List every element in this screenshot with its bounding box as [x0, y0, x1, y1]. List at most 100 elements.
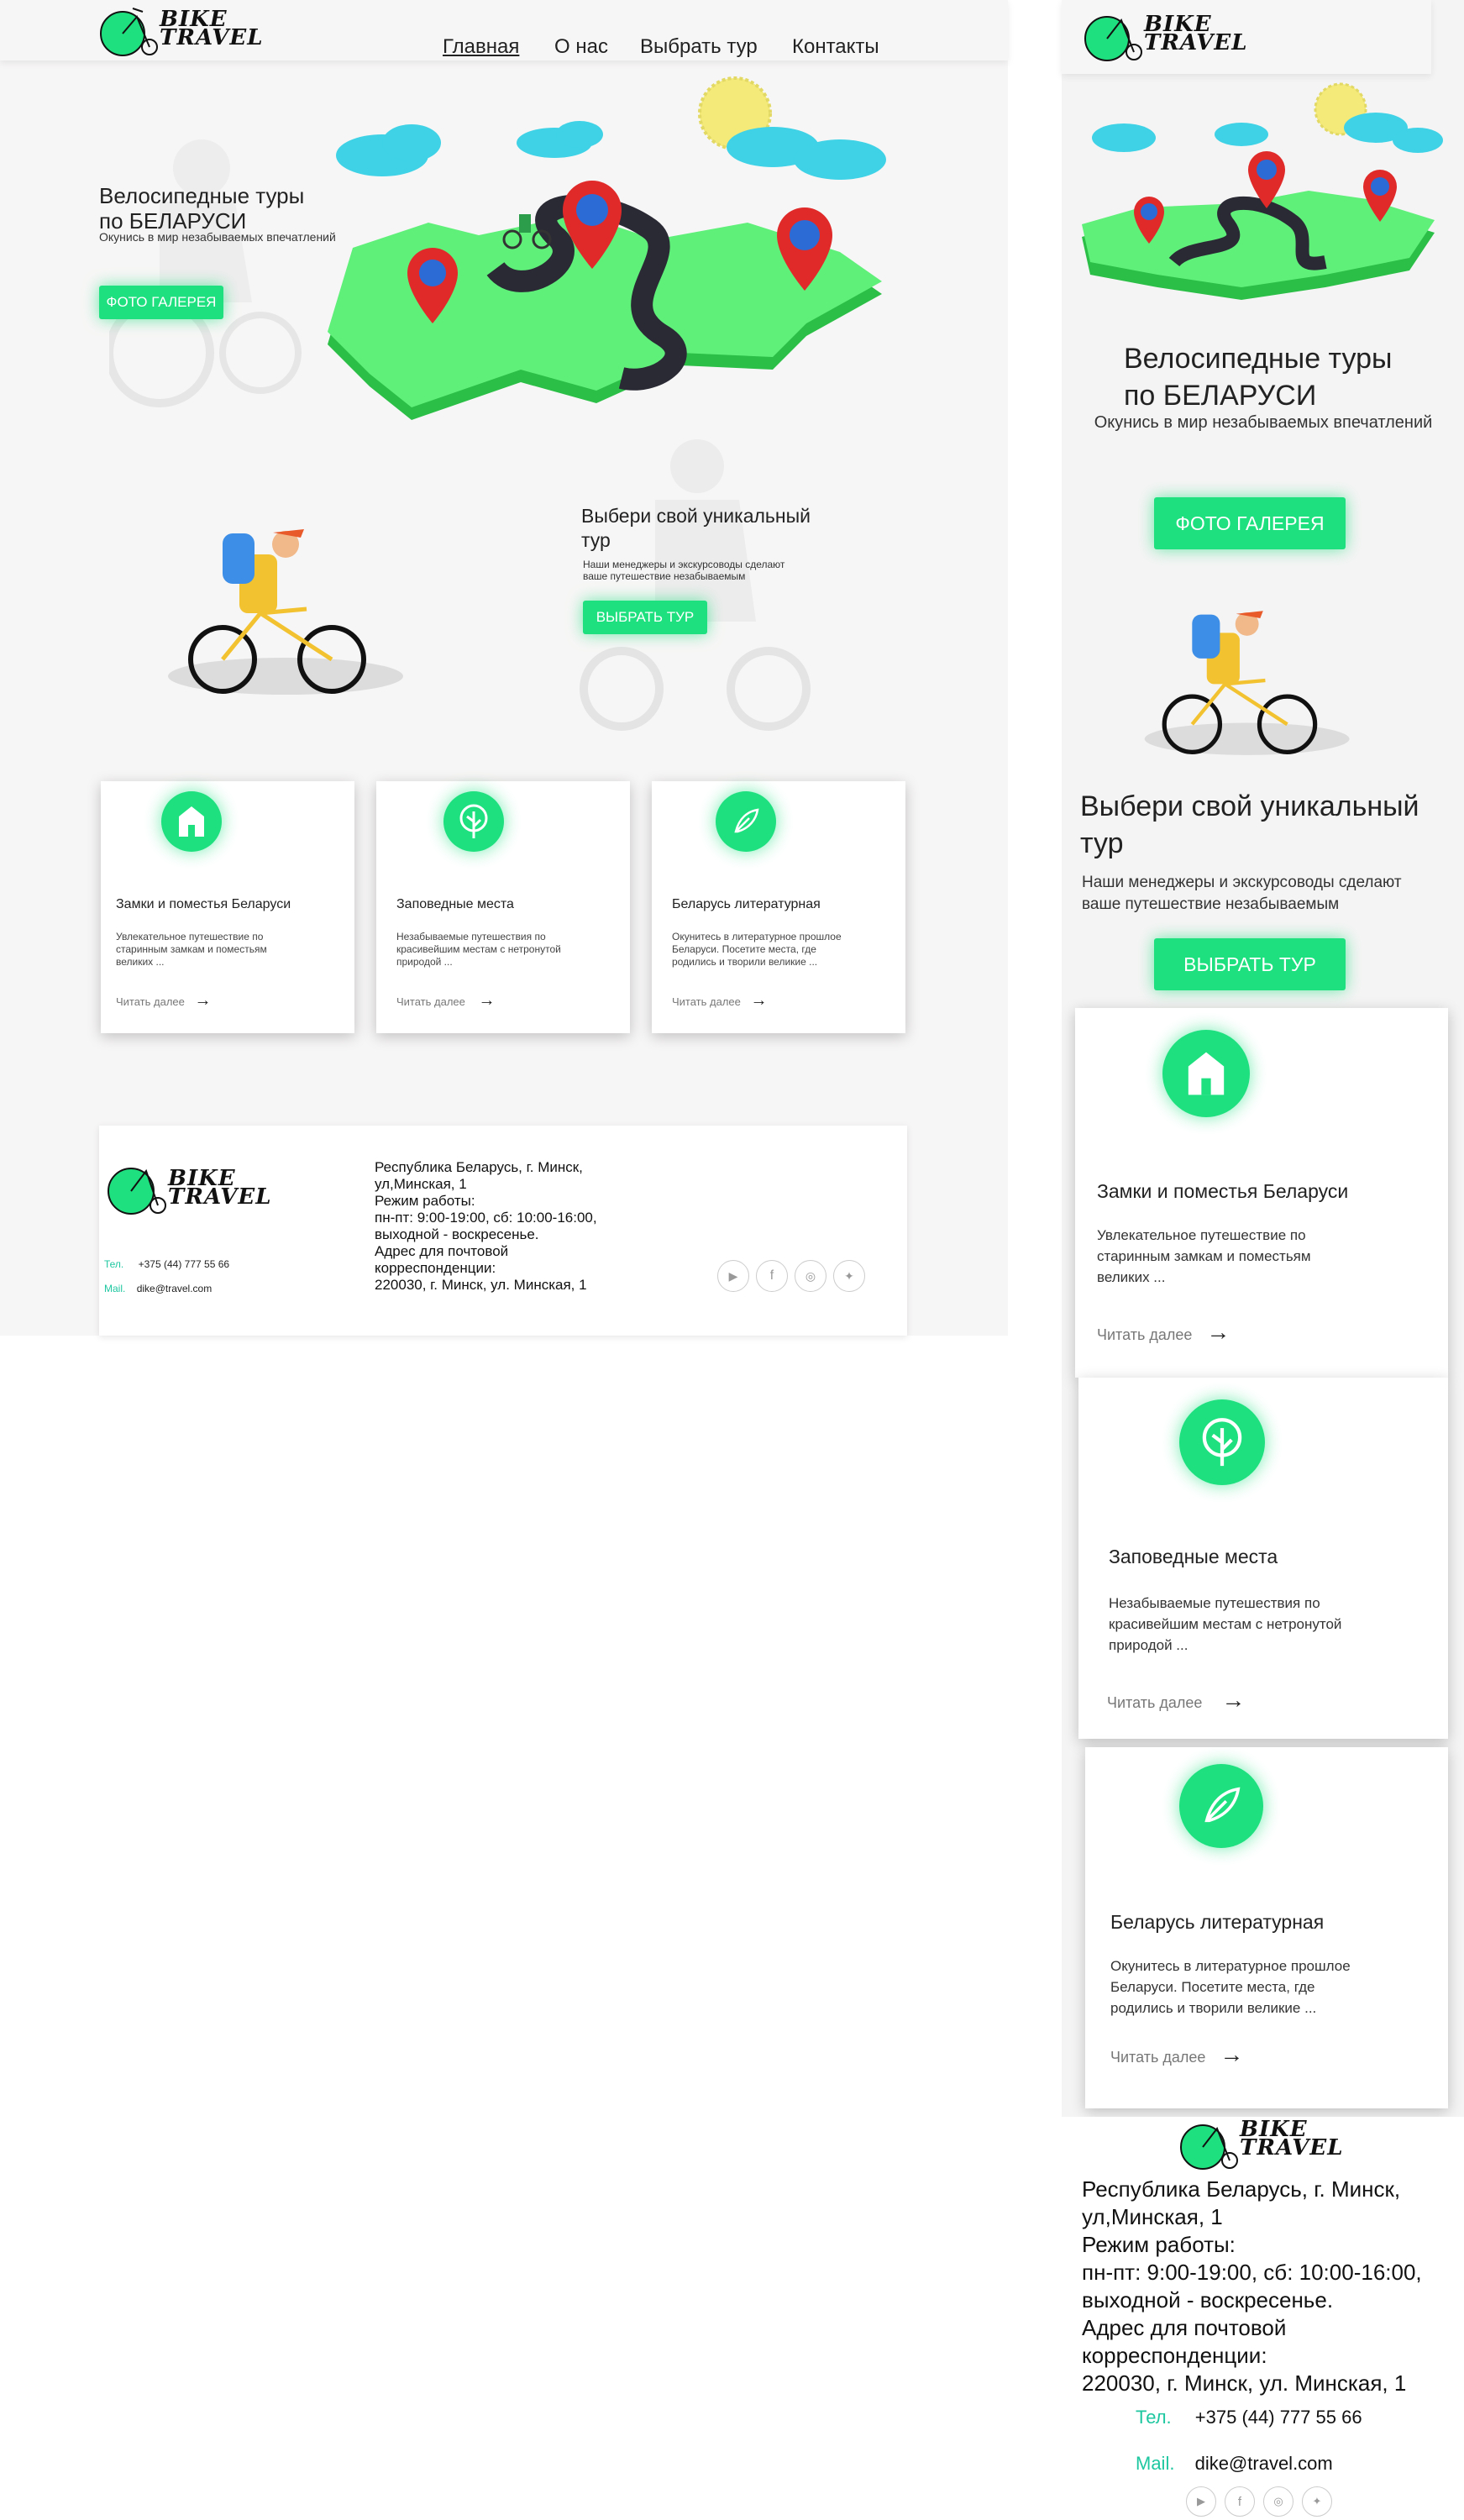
- phone-value[interactable]: +375 (44) 777 55 66: [139, 1258, 229, 1270]
- tree-icon: [443, 791, 504, 852]
- card-text-line-1: Увлекательное путешествие по: [116, 931, 264, 942]
- clouds: [336, 121, 886, 180]
- read-more-link[interactable]: Читать далее →: [1110, 2041, 1243, 2068]
- contact-phone: Тел. +375 (44) 777 55 66: [104, 1258, 229, 1270]
- card-text-line-3: природой ...: [396, 956, 453, 968]
- address-line: пн-пт: 9:00-19:00, сб: 10:00-16:00,: [375, 1210, 597, 1226]
- arrow-right-icon: →: [1206, 1319, 1230, 1345]
- instagram-icon[interactable]: ◎: [795, 1260, 826, 1292]
- nav-choose-tour[interactable]: Выбрать тур: [640, 35, 758, 59]
- read-more-link[interactable]: Читать далее →: [1097, 1319, 1230, 1346]
- contact-mail: Mail. dike@travel.com: [104, 1283, 212, 1294]
- tree-icon: [1179, 1399, 1265, 1485]
- bicycle-logo-icon: [108, 1168, 166, 1215]
- logo[interactable]: BIKE TRAVEL: [99, 5, 263, 57]
- mobile-footer: BIKE TRAVEL Республика Беларусь, г. Минс…: [1062, 2117, 1464, 2520]
- bicycle-logo-icon: [100, 8, 158, 56]
- hero-title-line-1: Велосипедные туры: [1124, 343, 1393, 375]
- feather-icon: [1179, 1764, 1263, 1848]
- arrow-right-icon: →: [194, 991, 212, 1010]
- choose-text-line-1: Наши менеджеры и экскурсоводы сделают: [1082, 874, 1402, 891]
- photo-gallery-button[interactable]: ФОТО ГАЛЕРЕЯ: [99, 286, 223, 319]
- desktop-page: BIKE TRAVEL Главная О нас Выбрать тур Ко…: [0, 0, 1008, 1336]
- card-text-line-1: Незабываемые путешествия по: [1109, 1595, 1320, 1611]
- facebook-icon[interactable]: f: [1225, 2486, 1255, 2517]
- choose-text-line-2: ваше путешествие незабываемым: [583, 570, 746, 582]
- cyclist-illustration: [168, 529, 403, 695]
- bicycle-logo-icon: [1084, 16, 1142, 61]
- read-more-label: Читать далее: [116, 995, 185, 1008]
- mobile-hero-subtitle: Окунись в мир незабываемых впечатлений: [1094, 413, 1433, 432]
- mobile-card-reserves[interactable]: Заповедные места Незабываемые путешестви…: [1078, 1378, 1448, 1739]
- belarus-map-illustration: [1082, 82, 1443, 300]
- card-title: Беларусь литературная: [1110, 1911, 1325, 1933]
- choose-title-line-1: Выбери свой уникальный: [581, 505, 811, 527]
- read-more-label: Читать далее: [1097, 1326, 1193, 1343]
- card-text-line-3: родились и творили великие ...: [1110, 2000, 1317, 2016]
- footer-logo[interactable]: BIKE TRAVEL: [106, 1159, 271, 1218]
- read-more-label: Читать далее: [672, 995, 741, 1008]
- arrow-right-icon: →: [1221, 1687, 1246, 1713]
- mobile-header: BIKE TRAVEL: [1062, 0, 1431, 74]
- card-title: Заповедные места: [1109, 1546, 1278, 1567]
- choose-tour-button[interactable]: ВЫБРАТЬ ТУР: [583, 601, 707, 634]
- card-text: Незабываемые путешествия по красивейшим …: [396, 931, 561, 969]
- hero-title-line-1: Велосипедные туры: [99, 183, 305, 208]
- logo-line-2: TRAVEL: [168, 1184, 272, 1210]
- mobile-page: BIKE TRAVEL Велосипедные туры по БЕЛАРУС…: [1062, 0, 1464, 2520]
- choose-title-line-2: тур: [1080, 827, 1124, 859]
- card-text-line-2: Беларуси. Посетите места, где: [672, 943, 816, 955]
- address-line: Адрес для почтовой: [375, 1243, 509, 1259]
- choose-title-line-1: Выбери свой уникальный: [1080, 790, 1419, 822]
- read-more-link[interactable]: Читать далее →: [116, 991, 212, 1011]
- arrow-right-icon: →: [750, 991, 768, 1010]
- card-literary[interactable]: Беларусь литературная Окунитесь в литера…: [652, 781, 905, 1033]
- nav-home[interactable]: Главная: [443, 35, 519, 59]
- address-line: Республика Беларусь, г. Минск,: [1082, 2176, 1401, 2202]
- feather-icon: [716, 791, 776, 852]
- card-text-line-3: природой ...: [1109, 1637, 1189, 1653]
- house-icon: [1162, 1030, 1250, 1117]
- card-castles[interactable]: Замки и поместья Беларуси Увлекательное …: [101, 781, 354, 1033]
- belarus-map-illustration: [328, 76, 886, 420]
- read-more-link[interactable]: Читать далее →: [672, 991, 768, 1011]
- mail-value[interactable]: dike@travel.com: [1195, 2453, 1333, 2474]
- card-text: Увлекательное путешествие по старинным з…: [1097, 1225, 1311, 1288]
- cyclist-silhouette-image: [109, 139, 302, 407]
- phone-value[interactable]: +375 (44) 777 55 66: [1195, 2407, 1362, 2428]
- mobile-footer-address: Республика Беларусь, г. Минск, ул,Минска…: [1082, 2176, 1422, 2397]
- phone-label: Тел.: [104, 1258, 124, 1270]
- read-more-link[interactable]: Читать далее →: [396, 991, 496, 1011]
- mail-value[interactable]: dike@travel.com: [137, 1283, 213, 1294]
- card-text: Увлекательное путешествие по старинным з…: [116, 931, 267, 969]
- card-text: Окунитесь в литературное прошлое Беларус…: [672, 931, 842, 969]
- mobile-choose-tour-button[interactable]: ВЫБРАТЬ ТУР: [1154, 938, 1346, 990]
- facebook-icon[interactable]: f: [756, 1260, 788, 1292]
- mobile-hero-title: Велосипедные туры по БЕЛАРУСИ: [1124, 340, 1392, 414]
- card-text-line-1: Незабываемые путешествия по: [396, 931, 546, 942]
- twitter-icon[interactable]: ✦: [833, 1260, 865, 1292]
- house-icon: [161, 791, 222, 852]
- mobile-logo[interactable]: BIKE TRAVEL: [1084, 8, 1247, 67]
- mail-label: Mail.: [1136, 2453, 1175, 2474]
- youtube-icon[interactable]: ▶: [1186, 2486, 1216, 2517]
- address-line: выходной - воскресенье.: [1082, 2287, 1334, 2313]
- choose-text-line-1: Наши менеджеры и экскурсоводы сделают: [583, 559, 785, 570]
- instagram-icon[interactable]: ◎: [1263, 2486, 1293, 2517]
- mobile-contact-mail: Mail. dike@travel.com: [1136, 2453, 1333, 2475]
- mobile-card-literary[interactable]: Беларусь литературная Окунитесь в литера…: [1085, 1747, 1448, 2108]
- read-more-link[interactable]: Читать далее →: [1107, 1687, 1245, 1714]
- card-text: Окунитесь в литературное прошлое Беларус…: [1110, 1956, 1351, 2019]
- youtube-icon[interactable]: ▶: [717, 1260, 749, 1292]
- card-reserves[interactable]: Заповедные места Незабываемые путешестви…: [376, 781, 630, 1033]
- mobile-photo-gallery-button[interactable]: ФОТО ГАЛЕРЕЯ: [1154, 497, 1346, 549]
- nav-contacts[interactable]: Контакты: [792, 35, 879, 59]
- twitter-icon[interactable]: ✦: [1302, 2486, 1332, 2517]
- nav-about[interactable]: О нас: [554, 35, 608, 59]
- address-line: Республика Беларусь, г. Минск,: [375, 1159, 583, 1175]
- mobile-footer-logo[interactable]: BIKE TRAVEL: [1179, 2117, 1347, 2176]
- mobile-choose-title: Выбери свой уникальный тур: [1080, 788, 1419, 862]
- mobile-card-castles[interactable]: Замки и поместья Беларуси Увлекательное …: [1075, 1008, 1448, 1378]
- phone-label: Тел.: [1136, 2407, 1172, 2428]
- card-title: Замки и поместья Беларуси: [116, 897, 291, 911]
